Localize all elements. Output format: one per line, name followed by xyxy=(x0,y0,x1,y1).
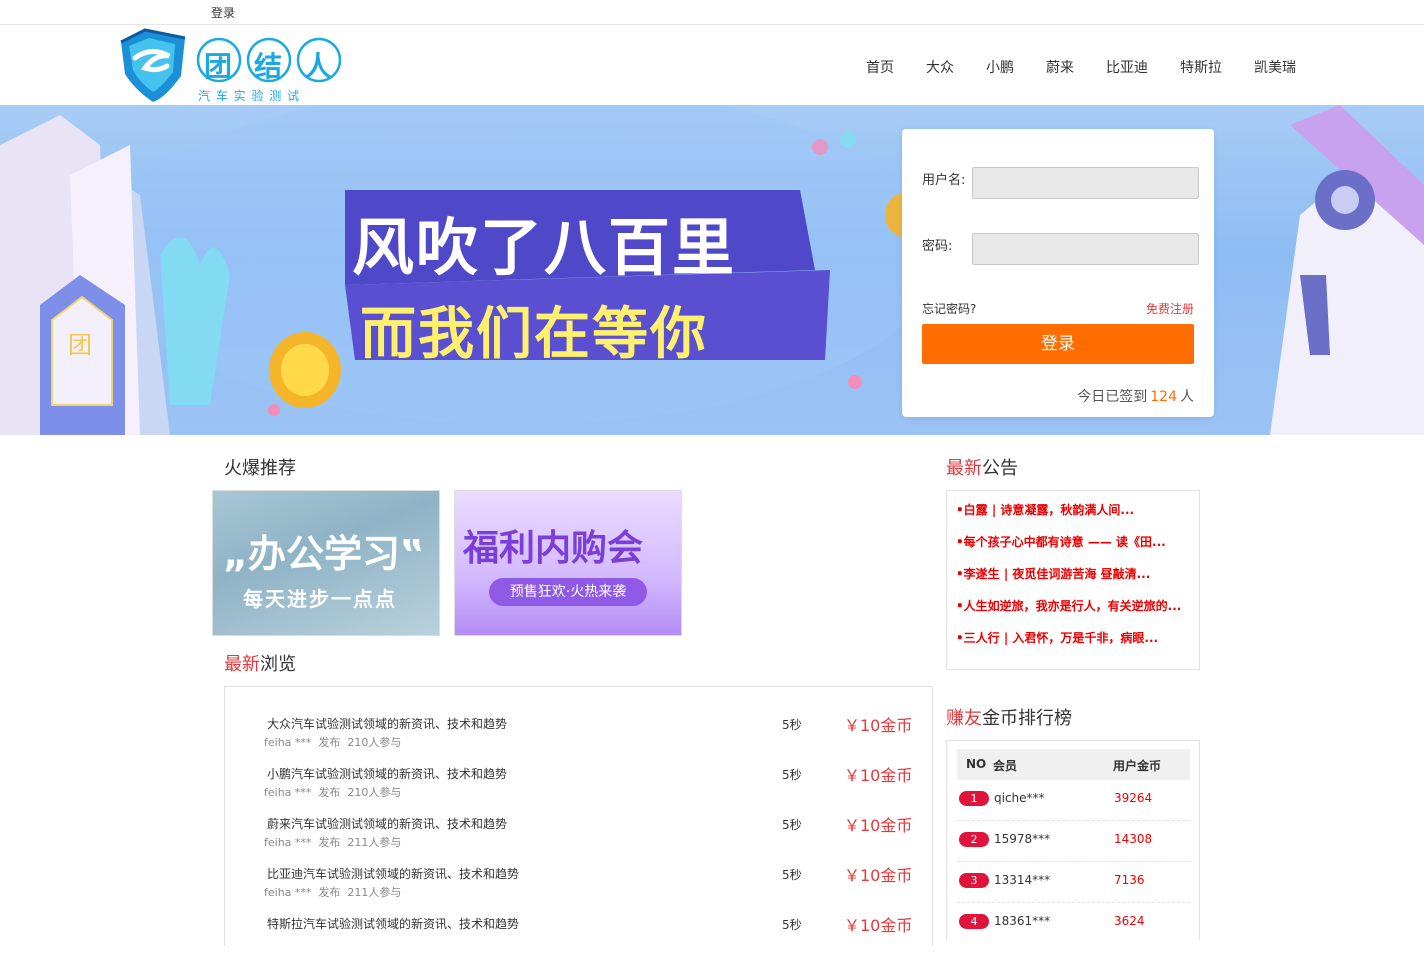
rank-member: 15978*** xyxy=(994,832,1051,846)
browse-item-meta: feiha *** 发布 211人参与 xyxy=(264,886,402,899)
notice-item[interactable]: •李遂生 | 夜觅佳词游苦海 昼敲清... xyxy=(956,565,1150,582)
browse-item-price: ￥10金币 xyxy=(844,866,913,885)
nav-xpeng[interactable]: 小鹏 xyxy=(986,57,1014,77)
notice-title: 最新公告 xyxy=(946,454,1018,480)
promo2-title: 福利内购会 xyxy=(463,528,644,569)
rank-row: 1 qiche*** 39264 xyxy=(957,780,1190,821)
register-link[interactable]: 免费注册 xyxy=(1146,300,1194,317)
main-nav: 首页 大众 小鹏 蔚来 比亚迪 特斯拉 凯美瑞 xyxy=(834,57,1296,77)
rank-badge: 4 xyxy=(959,914,989,929)
rank-row: 2 15978*** 14308 xyxy=(957,821,1190,862)
rank-badge: 2 xyxy=(959,832,989,847)
browse-item-price: ￥10金币 xyxy=(844,916,913,935)
hot-title: 火爆推荐 xyxy=(224,458,296,479)
notice-title-rest: 公告 xyxy=(982,458,1018,479)
browse-item-time: 5秒 xyxy=(782,768,802,782)
browse-item[interactable]: 比亚迪汽车试验测试领域的新资讯、技术和趋势 feiha *** 发布 211人参… xyxy=(225,865,932,915)
rank-table: NO 会员 用户金币 1 qiche*** 39264 2 15978*** 1… xyxy=(946,740,1200,940)
rank-title-rest: 金币排行榜 xyxy=(982,708,1072,729)
rank-coins: 14308 xyxy=(1114,832,1153,846)
promo2-subtitle: 预售狂欢·火热来袭 xyxy=(489,578,647,606)
password-input[interactable] xyxy=(972,233,1199,265)
rank-member: 13314*** xyxy=(994,873,1051,887)
notice-title-hl: 最新 xyxy=(946,458,982,479)
browse-item-title: 蔚来汽车试验测试领域的新资讯、技术和趋势 xyxy=(267,817,508,831)
browse-item-price: ￥10金币 xyxy=(844,716,913,735)
browse-title-rest: 浏览 xyxy=(260,654,296,675)
promo1-title: „办公学习‟ xyxy=(223,532,425,576)
rank-col-coins: 用户金币 xyxy=(1113,759,1162,773)
banner-headline-1: 风吹了八百里 xyxy=(352,211,737,284)
nav-volkswagen[interactable]: 大众 xyxy=(926,57,954,77)
signin-prefix: 今日已签到 xyxy=(1077,389,1148,405)
logo-char-1: 团 xyxy=(204,50,233,83)
signin-suffix: 人 xyxy=(1180,389,1194,405)
banner-badge-char: 团 xyxy=(68,331,92,359)
login-button[interactable]: 登录 xyxy=(922,324,1194,364)
promo1-subtitle: 每天进步一点点 xyxy=(243,587,397,611)
password-label: 密码: xyxy=(922,239,953,254)
rank-member: 18361*** xyxy=(994,914,1051,928)
banner-headline-2: 而我们在等你 xyxy=(360,302,708,367)
rank-row: 3 13314*** 7136 xyxy=(957,862,1190,903)
nav-tesla[interactable]: 特斯拉 xyxy=(1180,57,1222,77)
forgot-password-link[interactable]: 忘记密码? xyxy=(922,300,976,317)
browse-item-meta: feiha *** 发布 210人参与 xyxy=(264,786,402,799)
rank-member: qiche*** xyxy=(994,791,1045,805)
browse-item-title: 小鹏汽车试验测试领域的新资讯、技术和趋势 xyxy=(267,767,508,781)
notice-item[interactable]: •白露 | 诗意凝露，秋韵满人间... xyxy=(956,501,1134,518)
top-bar: 登录 xyxy=(0,0,1424,25)
logo-subtitle: 汽 车 实 验 测 试 xyxy=(198,89,301,103)
notice-item[interactable]: •人生如逆旅，我亦是行人，有关逆旅的... xyxy=(956,597,1181,614)
browse-item[interactable]: 蔚来汽车试验测试领域的新资讯、技术和趋势 feiha *** 发布 211人参与… xyxy=(225,815,932,865)
rank-title-hl: 赚友 xyxy=(946,708,982,729)
rank-badge: 1 xyxy=(959,791,989,806)
rank-coins: 7136 xyxy=(1114,873,1145,887)
browse-item-title: 特斯拉汽车试验测试领域的新资讯、技术和趋势 xyxy=(267,917,520,931)
top-login-link[interactable]: 登录 xyxy=(211,4,235,21)
rank-coins: 39264 xyxy=(1114,791,1153,805)
browse-list: 大众汽车试验测试领域的新资讯、技术和趋势 feiha *** 发布 210人参与… xyxy=(224,686,933,946)
logo-char-2: 结 xyxy=(254,50,283,83)
rank-col-member: 会员 xyxy=(993,759,1018,773)
browse-item-price: ￥10金币 xyxy=(844,816,913,835)
rank-title: 赚友金币排行榜 xyxy=(946,704,1072,730)
browse-item[interactable]: 大众汽车试验测试领域的新资讯、技术和趋势 feiha *** 发布 210人参与… xyxy=(225,715,932,765)
browse-item-title: 比亚迪汽车试验测试领域的新资讯、技术和趋势 xyxy=(267,867,520,881)
browse-item-time: 5秒 xyxy=(782,718,802,732)
logo-char-3: 人 xyxy=(304,50,333,83)
rank-col-no: NO xyxy=(966,757,987,771)
browse-item-time: 5秒 xyxy=(782,868,802,882)
notice-item[interactable]: •三人行 | 入君怀，万是千非，病眼... xyxy=(956,629,1158,646)
header: 团 结 人 汽 车 实 验 测 试 首页 大众 小鹏 蔚来 比亚迪 特斯拉 凯美… xyxy=(0,25,1424,105)
login-panel: 用户名: 密码: 忘记密码? 免费注册 登录 今日已签到 124 人 xyxy=(902,129,1214,417)
site-logo[interactable]: 团 结 人 汽 车 实 验 测 试 xyxy=(115,28,355,104)
browse-item[interactable]: 特斯拉汽车试验测试领域的新资讯、技术和趋势 5秒 ￥10金币 xyxy=(225,915,932,965)
notice-list: •白露 | 诗意凝露，秋韵满人间... •每个孩子心中都有诗意 —— 读《田..… xyxy=(946,490,1200,670)
rank-coins: 3624 xyxy=(1114,914,1145,928)
browse-title: 最新浏览 xyxy=(224,650,296,676)
username-label: 用户名: xyxy=(922,173,966,188)
promo-office-study[interactable]: „办公学习‟ 每天进步一点点 xyxy=(212,490,440,636)
browse-item-price: ￥10金币 xyxy=(844,766,913,785)
rank-badge: 3 xyxy=(959,873,989,888)
browse-item-meta: feiha *** 发布 211人参与 xyxy=(264,836,402,849)
promo-welfare[interactable]: 福利内购会 预售狂欢·火热来袭 xyxy=(454,490,682,636)
nav-byd[interactable]: 比亚迪 xyxy=(1106,57,1148,77)
signin-number: 124 xyxy=(1150,389,1177,405)
browse-item[interactable]: 小鹏汽车试验测试领域的新资讯、技术和趋势 feiha *** 发布 210人参与… xyxy=(225,765,932,815)
notice-item[interactable]: •每个孩子心中都有诗意 —— 读《田... xyxy=(956,533,1166,550)
rank-header: NO 会员 用户金币 xyxy=(957,749,1190,780)
browse-item-time: 5秒 xyxy=(782,918,802,932)
signin-count: 今日已签到 124 人 xyxy=(1077,386,1194,406)
rank-row: 4 18361*** 3624 xyxy=(957,903,1190,944)
username-input[interactable] xyxy=(972,167,1199,199)
browse-title-hl: 最新 xyxy=(224,654,260,675)
nav-home[interactable]: 首页 xyxy=(866,57,894,77)
nav-nio[interactable]: 蔚来 xyxy=(1046,57,1074,77)
browse-item-title: 大众汽车试验测试领域的新资讯、技术和趋势 xyxy=(267,717,508,731)
browse-item-time: 5秒 xyxy=(782,818,802,832)
browse-item-meta: feiha *** 发布 210人参与 xyxy=(264,736,402,749)
nav-camry[interactable]: 凯美瑞 xyxy=(1254,57,1296,77)
